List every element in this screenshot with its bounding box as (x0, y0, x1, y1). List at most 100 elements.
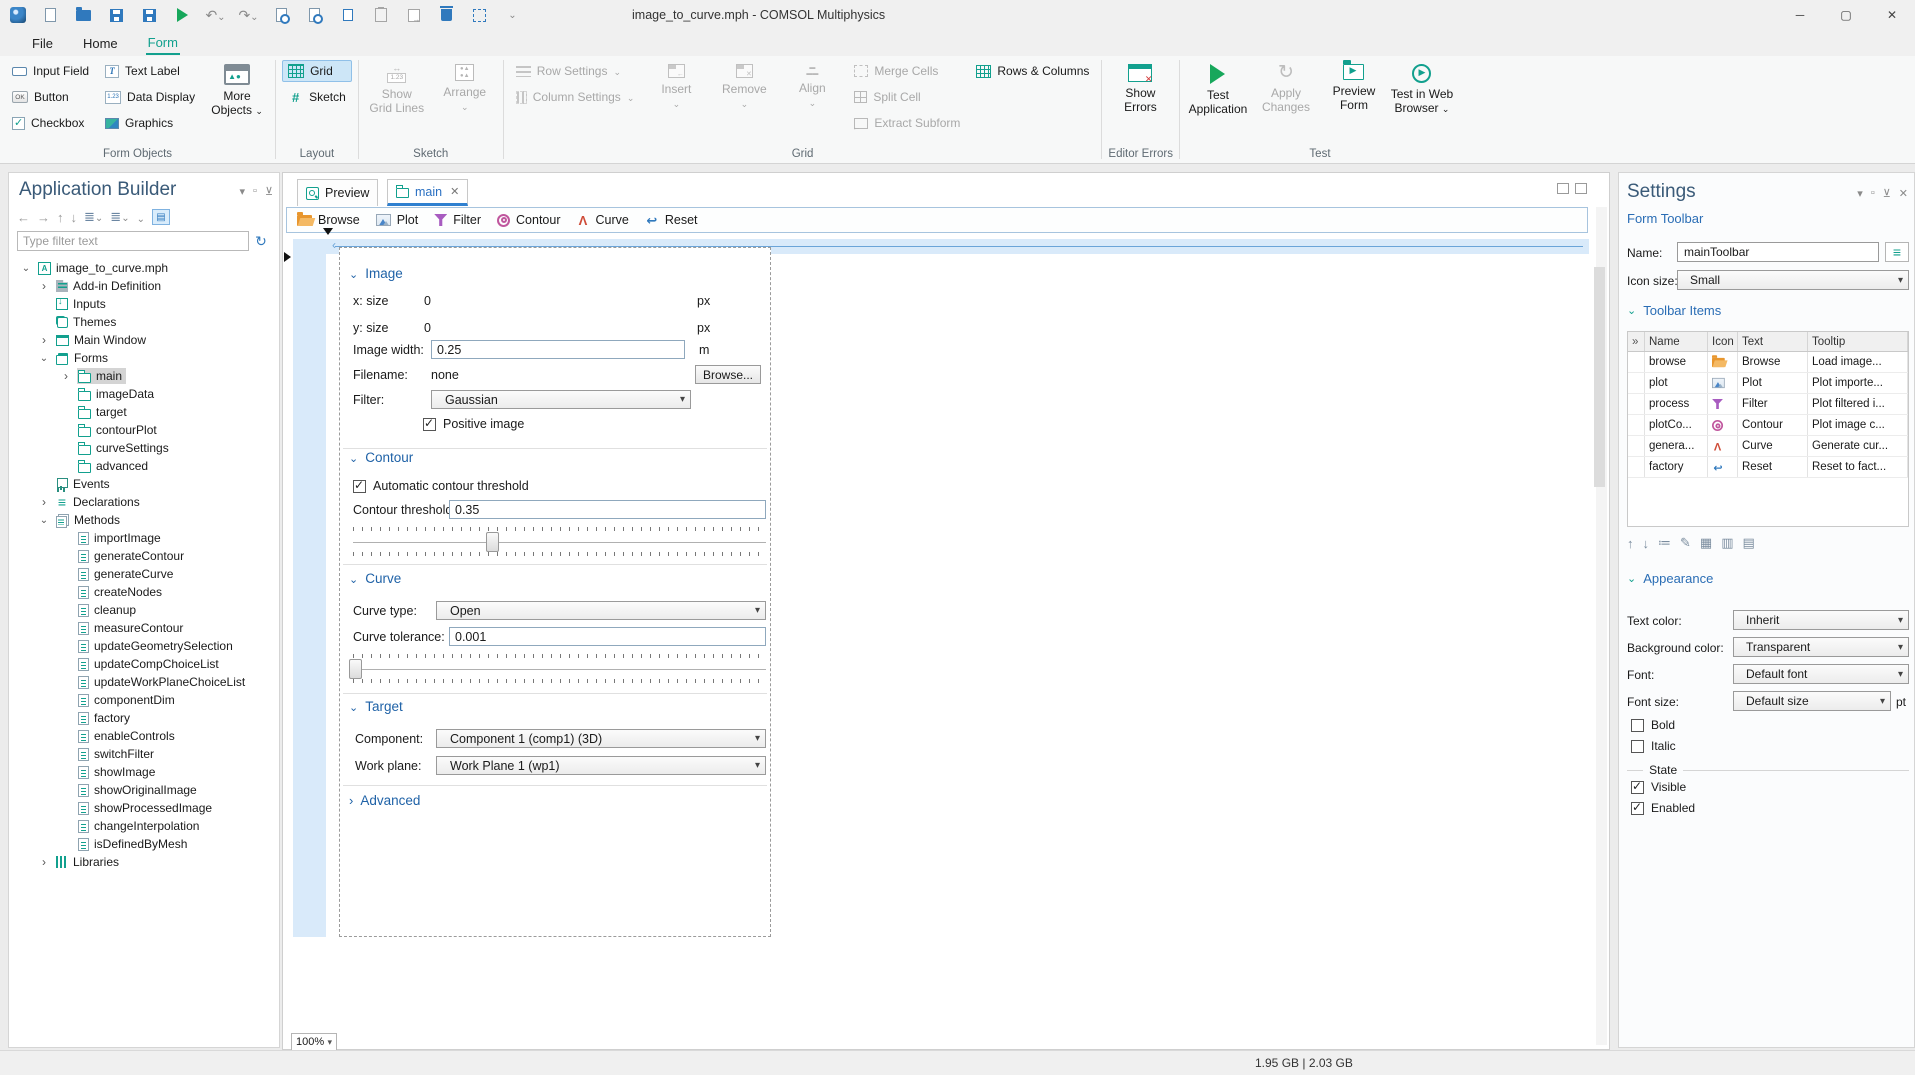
tree-item-themes[interactable]: Themes (11, 313, 277, 331)
duplicate-button[interactable] (404, 6, 423, 25)
table-row[interactable]: plotCo... Contour Plot image c... (1628, 415, 1908, 436)
grid-layout-button[interactable]: Grid (282, 60, 352, 82)
column-marker-icon[interactable] (323, 228, 333, 235)
tree-item-target[interactable]: target (11, 403, 277, 421)
tree-item-libraries[interactable]: Libraries (11, 853, 277, 871)
contour-threshold-slider-handle[interactable] (486, 532, 499, 552)
expand-column-header[interactable] (1628, 332, 1645, 351)
panel-float-icon[interactable]: ▫ (253, 185, 257, 198)
collapse-icon[interactable] (349, 699, 358, 714)
data-display-button[interactable]: Data Display (99, 86, 201, 108)
tree-item-imagedata[interactable]: imageData (11, 385, 277, 403)
tree-item-showprocessedimage[interactable]: showProcessedImage (11, 799, 277, 817)
chevron-icon[interactable] (37, 279, 51, 293)
tree-item-curvesettings[interactable]: curveSettings (11, 439, 277, 457)
forward-button[interactable]: → (37, 210, 50, 225)
align-button[interactable]: Align (780, 60, 844, 134)
arrange-button[interactable]: Arrange (433, 60, 497, 116)
tree-filter-input[interactable] (17, 231, 249, 251)
tab-file[interactable]: File (30, 33, 55, 54)
tree-item-declarations[interactable]: Declarations (11, 493, 277, 511)
section-appearance[interactable]: Appearance (1627, 571, 1713, 586)
table-row[interactable]: browse Browse Load image... (1628, 352, 1908, 373)
column-header[interactable]: Name (1645, 332, 1708, 351)
collapse-all-button[interactable]: ≣ (110, 209, 129, 225)
checkbox-icon[interactable] (423, 416, 436, 431)
column-header[interactable]: Icon (1708, 332, 1738, 351)
tree-item-switchfilter[interactable]: switchFilter (11, 745, 277, 763)
section-target[interactable]: Target (349, 699, 403, 714)
open-button[interactable] (74, 6, 93, 25)
run-button[interactable] (173, 6, 192, 25)
curve-tolerance-slider-handle[interactable] (349, 659, 362, 679)
text-label-button[interactable]: Text Label (99, 60, 201, 82)
section-image[interactable]: Image (349, 266, 403, 281)
font-size-dropdown[interactable]: Default size (1733, 691, 1891, 711)
compare-button[interactable] (305, 6, 324, 25)
tree-item-factory[interactable]: factory (11, 709, 277, 727)
curve-type-dropdown[interactable]: Open (436, 601, 766, 620)
tree-item-cleanup[interactable]: cleanup (11, 601, 277, 619)
tree-item-methods[interactable]: Methods (11, 511, 277, 529)
panel-menu-icon[interactable]: ▾ (240, 185, 246, 198)
back-button[interactable]: ← (17, 210, 30, 225)
table-row[interactable]: factory Reset Reset to fact... (1628, 457, 1908, 478)
enabled-checkbox[interactable]: Enabled (1631, 800, 1695, 815)
chevron-icon[interactable] (37, 333, 51, 347)
chevron-icon[interactable] (37, 855, 51, 869)
tree-item-createnodes[interactable]: createNodes (11, 583, 277, 601)
image-width-input[interactable]: 0.25 (431, 340, 685, 359)
remove-button[interactable]: Remove (712, 60, 776, 134)
column-header[interactable]: Text (1738, 332, 1808, 351)
split-cell-button[interactable]: Split Cell (848, 86, 966, 108)
tree-item-updateworkplanechoicelist[interactable]: updateWorkPlaneChoiceList (11, 673, 277, 691)
browse-file-button[interactable]: Browse... (695, 365, 761, 384)
chevron-icon[interactable] (37, 353, 51, 364)
insert-button[interactable]: Insert (644, 60, 708, 134)
checkbox-icon[interactable] (1631, 800, 1644, 815)
new-file-button[interactable] (41, 6, 60, 25)
tree-item-events[interactable]: Events (11, 475, 277, 493)
row-settings-button[interactable]: Row Settings (510, 60, 641, 82)
table-row[interactable]: plot Plot Plot importe... (1628, 373, 1908, 394)
tree-item-updatecompchoicelist[interactable]: updateCompChoiceList (11, 655, 277, 673)
column-settings-button[interactable]: Column Settings (510, 86, 641, 108)
table-button[interactable]: ▤ (1743, 535, 1755, 551)
minimize-button[interactable]: ─ (1777, 0, 1823, 30)
preview-form-button[interactable]: PreviewForm (1322, 60, 1386, 117)
section-advanced[interactable]: Advanced (349, 793, 420, 808)
edit-name-button[interactable] (1885, 242, 1909, 262)
positive-image-checkbox[interactable]: Positive image (423, 416, 524, 431)
close-tab-icon[interactable]: ✕ (450, 185, 459, 198)
preview-report-button[interactable] (272, 6, 291, 25)
tab-form[interactable]: Form (145, 32, 180, 55)
zoom-control[interactable]: 100% (291, 1033, 337, 1051)
sketch-layout-button[interactable]: Sketch (282, 86, 352, 108)
tree-item-contourplot[interactable]: contourPlot (11, 421, 277, 439)
tab-home[interactable]: Home (81, 33, 120, 54)
tab-main[interactable]: main ✕ (387, 179, 469, 206)
tree-item-generatecontour[interactable]: generateContour (11, 547, 277, 565)
merge-cells-button[interactable]: Merge Cells (848, 60, 966, 82)
curve-toolbar-button[interactable]: Curve (577, 213, 629, 227)
tree-item-measurecontour[interactable]: measureContour (11, 619, 277, 637)
tree-item-advanced[interactable]: advanced (11, 457, 277, 475)
vertical-scrollbar[interactable] (1594, 207, 1607, 1045)
more-objects-button[interactable]: More Objects (205, 60, 269, 134)
checkbox-icon[interactable] (353, 478, 366, 493)
panel-pin-icon[interactable]: ⊻ (265, 185, 273, 198)
save-button[interactable] (107, 6, 126, 25)
checkbox-icon[interactable] (1631, 739, 1644, 753)
name-input[interactable]: mainToolbar (1677, 242, 1879, 262)
font-dropdown[interactable]: Default font (1733, 664, 1909, 684)
checkbox-button[interactable]: Checkbox (6, 112, 95, 134)
bold-checkbox[interactable]: Bold (1631, 718, 1675, 732)
show-errors-button[interactable]: ShowErrors (1108, 60, 1172, 115)
tree-item-componentdim[interactable]: componentDim (11, 691, 277, 709)
grid-row-guide[interactable] (293, 254, 326, 937)
apply-changes-button[interactable]: ↻ Apply Changes (1254, 60, 1318, 117)
tree-item-generatecurve[interactable]: generateCurve (11, 565, 277, 583)
move-down-button[interactable]: ↓ (71, 210, 78, 225)
redo-button[interactable]: ↷ (238, 6, 258, 25)
tree-item-importimage[interactable]: importImage (11, 529, 277, 547)
